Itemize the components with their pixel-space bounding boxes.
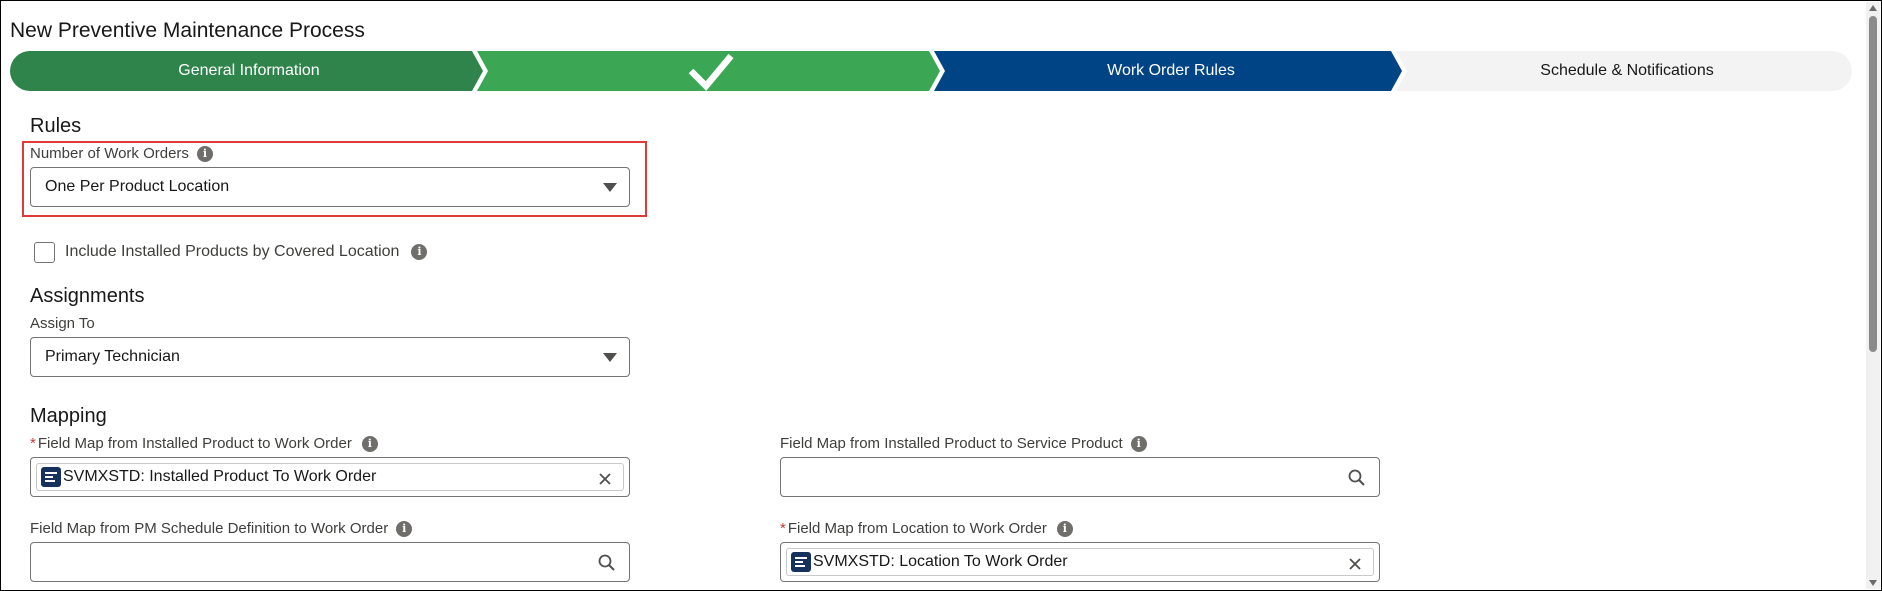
pm-to-wo-lookup[interactable] bbox=[30, 542, 630, 582]
pm-to-wo-label: Field Map from PM Schedule Definition to… bbox=[30, 520, 413, 537]
modal-title: New Preventive Maintenance Process bbox=[10, 19, 365, 42]
progress-path: General Information Work Order Rules Sch… bbox=[10, 51, 1852, 91]
include-installed-products-label-text: Include Installed Products by Covered Lo… bbox=[65, 243, 400, 260]
ip-to-wo-label: * Field Map from Installed Product to Wor… bbox=[30, 435, 378, 452]
info-icon[interactable]: i bbox=[361, 435, 378, 452]
chevron-down-icon bbox=[603, 183, 617, 192]
required-asterisk: * bbox=[780, 520, 786, 537]
search-icon bbox=[598, 554, 615, 571]
assign-to-label: Assign To bbox=[30, 315, 95, 332]
ip-to-sp-label: Field Map from Installed Product to Serv… bbox=[780, 435, 1147, 452]
info-icon[interactable]: i bbox=[411, 244, 428, 260]
rules-section-title: Rules bbox=[30, 115, 82, 137]
info-icon[interactable]: i bbox=[1056, 520, 1073, 537]
loc-to-wo-pill: SVMXSTD: Location To Work Order bbox=[786, 548, 1374, 576]
number-of-work-orders-label: Number of Work Orders i bbox=[30, 145, 213, 162]
path-step-completed[interactable] bbox=[488, 51, 934, 91]
assign-to-label-text: Assign To bbox=[30, 315, 95, 332]
ip-to-sp-lookup[interactable] bbox=[780, 457, 1380, 497]
info-icon[interactable]: i bbox=[196, 145, 213, 162]
path-step-work-order-rules[interactable]: Work Order Rules bbox=[945, 51, 1397, 91]
close-icon[interactable] bbox=[597, 471, 613, 487]
field-map-icon bbox=[791, 552, 811, 572]
ip-to-wo-label-text: Field Map from Installed Product to Work… bbox=[37, 435, 352, 452]
number-of-work-orders-label-text: Number of Work Orders bbox=[30, 145, 189, 162]
loc-to-wo-value: SVMXSTD: Location To Work Order bbox=[813, 553, 1068, 570]
loc-to-wo-label-text: Field Map from Location to Work Order bbox=[787, 520, 1047, 537]
loc-to-wo-label: * Field Map from Location to Work Order i bbox=[780, 520, 1073, 537]
required-asterisk: * bbox=[30, 435, 36, 452]
number-of-work-orders-value: One Per Product Location bbox=[45, 178, 230, 195]
close-icon[interactable] bbox=[1347, 556, 1363, 572]
check-icon bbox=[688, 53, 734, 91]
ip-to-sp-label-text: Field Map from Installed Product to Serv… bbox=[780, 435, 1123, 452]
ip-to-wo-pill: SVMXSTD: Installed Product To Work Order bbox=[36, 463, 624, 491]
assign-to-select[interactable]: Primary Technician bbox=[30, 337, 630, 377]
assignments-section-title: Assignments bbox=[30, 285, 145, 307]
number-of-work-orders-select[interactable]: One Per Product Location bbox=[30, 167, 630, 207]
scroll-up-icon[interactable] bbox=[1869, 5, 1877, 11]
ip-to-wo-value: SVMXSTD: Installed Product To Work Order bbox=[63, 468, 377, 485]
scrollbar-thumb[interactable] bbox=[1869, 16, 1877, 352]
path-step-schedule-notifications[interactable]: Schedule & Notifications bbox=[1407, 51, 1847, 91]
include-installed-products-checkbox[interactable] bbox=[34, 242, 55, 263]
chevron-down-icon bbox=[603, 353, 617, 362]
loc-to-wo-lookup[interactable]: SVMXSTD: Location To Work Order bbox=[780, 542, 1380, 582]
assign-to-value: Primary Technician bbox=[45, 348, 180, 365]
vertical-scrollbar[interactable] bbox=[1866, 2, 1880, 589]
include-installed-products-label: Include Installed Products by Covered Lo… bbox=[65, 243, 428, 261]
info-icon[interactable]: i bbox=[1130, 435, 1147, 452]
pm-to-wo-label-text: Field Map from PM Schedule Definition to… bbox=[30, 520, 389, 537]
ip-to-wo-lookup[interactable]: SVMXSTD: Installed Product To Work Order bbox=[30, 457, 630, 497]
info-icon[interactable]: i bbox=[396, 520, 413, 537]
field-map-icon bbox=[41, 467, 61, 487]
search-icon bbox=[1348, 469, 1365, 486]
scroll-down-icon[interactable] bbox=[1869, 580, 1877, 586]
mapping-section-title: Mapping bbox=[30, 405, 107, 427]
path-step-general-information[interactable]: General Information bbox=[20, 51, 478, 91]
